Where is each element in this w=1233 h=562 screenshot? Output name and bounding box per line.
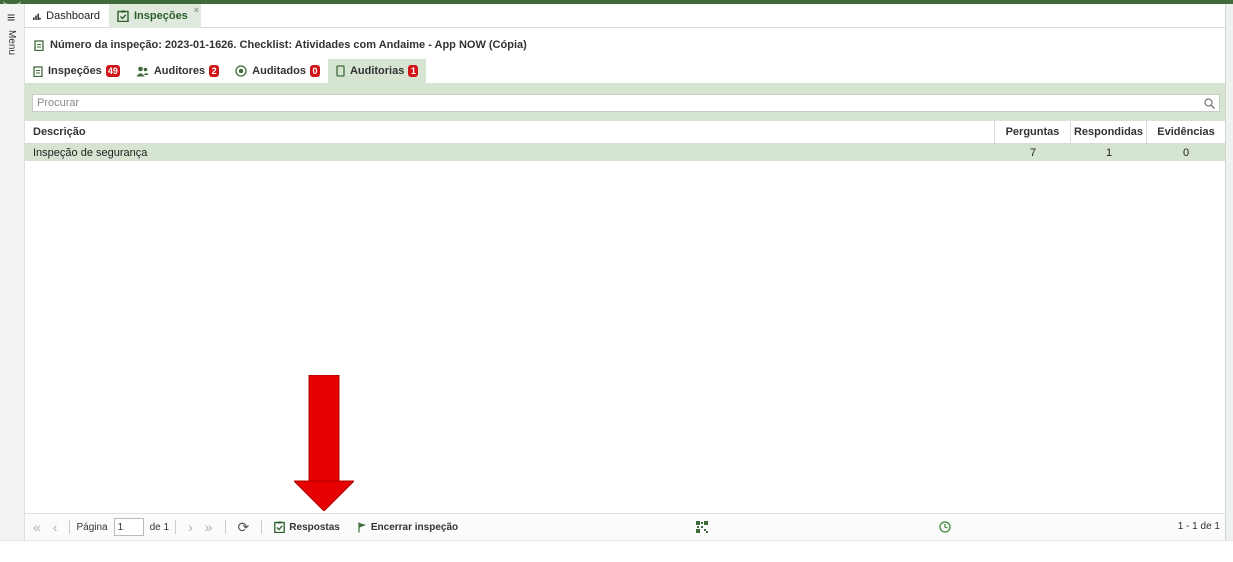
next-page-icon[interactable]: › (188, 519, 193, 535)
subtab-auditores-label: Auditores (153, 65, 206, 77)
clipboard-check-icon (274, 521, 286, 533)
subtab-auditores[interactable]: Auditores 2 (128, 59, 227, 83)
encerrar-label: Encerrar inspeção (370, 521, 459, 533)
first-page-icon[interactable]: « (33, 519, 41, 535)
paging-info: 1 - 1 de 1 (1177, 521, 1220, 532)
column-header-perguntas[interactable]: Perguntas (995, 121, 1071, 143)
tab-inspecoes[interactable]: Inspeções × (109, 4, 201, 28)
sub-tabs: Inspeções 49 Auditores 2 Auditados 0 Aud… (25, 59, 427, 83)
clipboard-icon (34, 39, 44, 51)
search-bar: Procurar (25, 83, 1225, 121)
tablet-icon (336, 65, 345, 77)
auditorias-table: Descrição Perguntas Respondidas Evidênci… (25, 121, 1225, 161)
divider (175, 520, 177, 534)
subtab-inspecoes-label: Inspeções (48, 65, 102, 77)
cell-evidencias: 0 (1182, 146, 1190, 159)
divider (224, 520, 226, 534)
users-icon (136, 66, 149, 76)
inspection-title: Número da inspeção: 2023-01-1626. Checkl… (25, 34, 1225, 56)
table-row[interactable]: Inspeção de segurança 7 1 0 (25, 144, 1225, 161)
bar-chart-icon (33, 13, 41, 20)
prev-page-icon[interactable]: ‹ (53, 519, 58, 535)
count-badge: 1 (408, 65, 419, 77)
subtab-auditorias-label: Auditorias (349, 65, 405, 77)
clock-icon[interactable] (939, 521, 951, 533)
column-header-descricao[interactable]: Descrição (25, 121, 995, 143)
clipboard-icon (33, 65, 43, 77)
page-label: Página (76, 521, 108, 533)
column-header-evidencias[interactable]: Evidências (1147, 121, 1225, 143)
column-header-respondidas[interactable]: Respondidas (1071, 121, 1147, 143)
auditorias-panel: Procurar Descrição Perguntas Respondidas… (25, 83, 1225, 513)
last-page-icon[interactable]: » (205, 519, 213, 535)
right-edge-panel (1225, 4, 1233, 540)
clipboard-check-icon (117, 10, 129, 22)
subtab-auditorias[interactable]: Auditorias 1 (327, 59, 427, 83)
subtab-auditados-label: Auditados (252, 65, 306, 77)
count-badge: 2 (209, 65, 220, 77)
cell-descricao: Inspeção de segurança (33, 146, 148, 159)
page-number-input[interactable]: 1 (113, 518, 144, 536)
page-total: de 1 (149, 521, 170, 533)
count-badge: 0 (309, 65, 320, 77)
subtab-auditados[interactable]: Auditados 0 (227, 59, 328, 83)
search-input[interactable]: Procurar (32, 94, 1220, 112)
divider (261, 520, 263, 534)
inspection-title-text: Número da inspeção: 2023-01-1626. Checkl… (50, 39, 527, 51)
search-placeholder: Procurar (37, 97, 80, 109)
target-icon (235, 65, 247, 77)
respostas-button[interactable]: Respostas (274, 521, 340, 533)
status-bar (0, 540, 1233, 562)
red-arrow-annotation (294, 375, 354, 511)
count-badge: 49 (105, 65, 120, 77)
hamburger-icon[interactable]: ≡ (7, 10, 15, 24)
close-tab-icon[interactable]: × (194, 5, 199, 15)
refresh-icon[interactable]: ⟳ (238, 519, 250, 536)
menu-label[interactable]: Menu (6, 30, 17, 55)
cell-perguntas: 7 (1029, 146, 1037, 159)
subtab-inspecoes[interactable]: Inspeções 49 (25, 59, 128, 83)
qr-code-icon[interactable] (696, 521, 708, 533)
search-icon[interactable] (1204, 97, 1215, 109)
table-header: Descrição Perguntas Respondidas Evidênci… (25, 121, 1225, 144)
tab-bar: Dashboard Inspeções × (25, 4, 1225, 28)
tab-dashboard-label: Dashboard (46, 10, 100, 22)
divider (69, 520, 71, 534)
flag-icon (358, 522, 366, 532)
tab-dashboard[interactable]: Dashboard (25, 4, 108, 28)
cell-respondidas: 1 (1105, 146, 1113, 159)
pagination-toolbar: « ‹ Página 1 de 1 › » ⟳ Respostas Encerr… (25, 513, 1225, 540)
encerrar-inspecao-button[interactable]: Encerrar inspeção (358, 522, 458, 533)
respostas-label: Respostas (289, 521, 340, 533)
tab-inspecoes-label: Inspeções (134, 10, 188, 22)
side-menu-rail[interactable]: ≡ Menu (0, 4, 25, 540)
